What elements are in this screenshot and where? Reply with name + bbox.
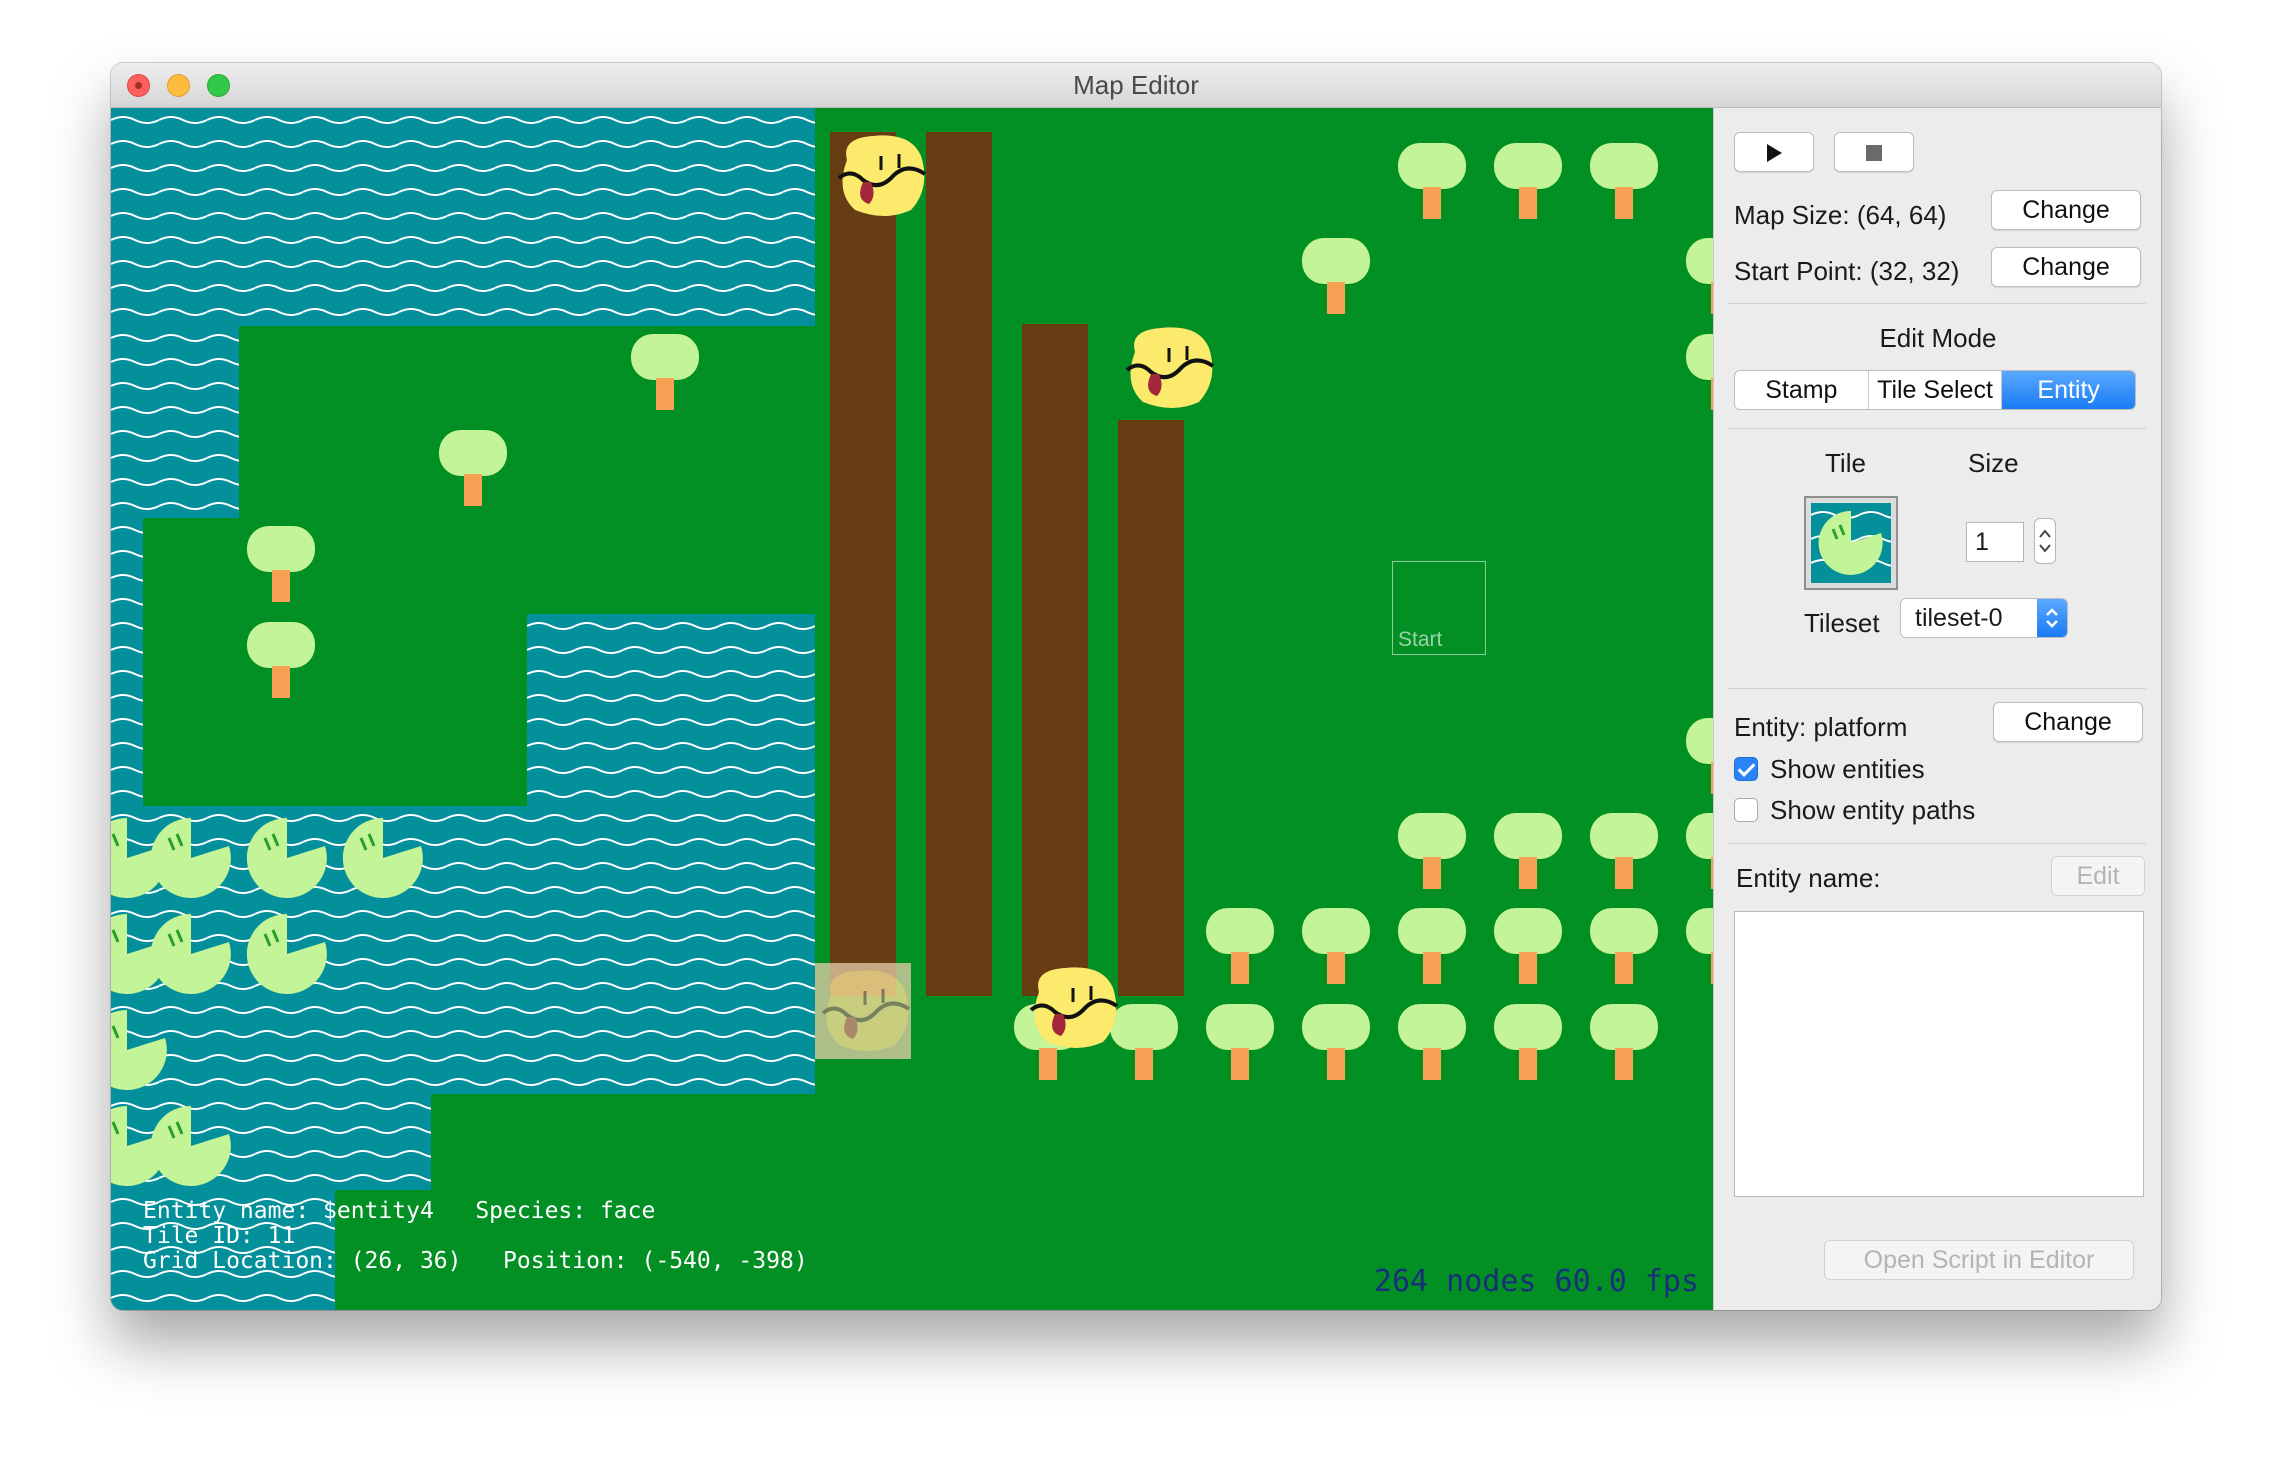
map-canvas[interactable]: Start Entity name: $entity4 Species: fac… [111, 108, 1713, 1310]
selected-face-entity[interactable] [817, 965, 913, 1057]
tree-tile [1686, 238, 1713, 314]
separator [1728, 303, 2146, 304]
separator [1728, 428, 2146, 429]
entity-type-label: Entity: platform [1734, 712, 1908, 742]
hud-grid-location: Grid Location: (26, 36) Position: (-540,… [143, 1248, 808, 1274]
platform-trunk [1022, 324, 1088, 996]
lily-pad-tile [150, 817, 231, 898]
entity-script-textarea[interactable] [1734, 911, 2144, 1197]
inspector-panel: Map Size: (64, 64) Change Start Point: (… [1713, 108, 2161, 1310]
tree-tile [1302, 908, 1370, 984]
tree-tile [247, 526, 315, 602]
tree-tile [1206, 1004, 1274, 1080]
start-point-marker: Start [1392, 561, 1486, 655]
edit-mode-label: Edit Mode [1879, 323, 1997, 353]
map-size-label: Map Size: (64, 64) [1734, 200, 1947, 230]
play-button[interactable] [1734, 132, 1814, 172]
tree-tile [1590, 813, 1658, 889]
edit-entity-name-button[interactable]: Edit [2051, 856, 2145, 896]
lily-pad-icon [1818, 510, 1883, 575]
stepper-arrows-icon [2039, 529, 2051, 553]
tree-tile [1686, 718, 1713, 794]
edit-mode-segmented-control: Stamp Tile Select Entity [1734, 370, 2136, 410]
tree-tile [1590, 1004, 1658, 1080]
tree-tile [1494, 908, 1562, 984]
water-region [527, 614, 815, 806]
tile-label: Tile [1825, 448, 1866, 478]
tree-tile [1494, 813, 1562, 889]
stop-button[interactable] [1834, 132, 1914, 172]
segment-entity[interactable]: Entity [2002, 371, 2135, 409]
tileset-select[interactable]: tileset-0 [1900, 598, 2068, 638]
change-map-size-button[interactable]: Change [1991, 190, 2141, 230]
entity-name-label: Entity name: [1736, 863, 1881, 893]
tree-tile [1590, 908, 1658, 984]
tree-tile [1302, 1004, 1370, 1080]
tree-tile [1398, 143, 1466, 219]
change-entity-button[interactable]: Change [1993, 702, 2143, 742]
start-label: Start [1398, 628, 1443, 651]
tileset-value: tileset-0 [1915, 604, 2003, 632]
show-entities-label[interactable]: Show entities [1770, 754, 1925, 785]
hud-stats: 264 nodes 60.0 fps [1373, 1264, 1699, 1299]
hud-entity-info: Entity name: $entity4 Species: face [143, 1198, 656, 1224]
show-entity-paths-label[interactable]: Show entity paths [1770, 795, 1975, 826]
face-entity[interactable] [1121, 322, 1217, 414]
lily-pad-tile [150, 913, 231, 994]
separator [1728, 688, 2146, 689]
select-arrows-icon [2037, 599, 2067, 637]
stop-icon [1866, 145, 1882, 162]
platform-trunk [830, 132, 896, 996]
face-entity[interactable] [1025, 962, 1121, 1054]
map-editor-window: Map Editor Start Entity name: $entity4 S… [111, 63, 2161, 1310]
tile-preview[interactable] [1804, 496, 1898, 590]
tree-tile [247, 622, 315, 698]
lily-pad-tile [342, 817, 423, 898]
tree-tile [1206, 908, 1274, 984]
segment-stamp[interactable]: Stamp [1735, 371, 1869, 409]
tree-tile [1302, 238, 1370, 314]
tree-tile [1494, 143, 1562, 219]
window-title: Map Editor [1073, 70, 1199, 100]
tree-tile [1686, 813, 1713, 889]
segment-tile-select[interactable]: Tile Select [1869, 371, 2003, 409]
tree-tile [1686, 908, 1713, 984]
show-entities-checkbox[interactable] [1734, 757, 1758, 781]
size-input[interactable]: 1 [1966, 522, 2024, 562]
water-region [111, 518, 143, 806]
change-start-point-button[interactable]: Change [1991, 247, 2141, 287]
tree-tile [1398, 908, 1466, 984]
tile-preview-image [1811, 503, 1891, 583]
lily-pad-tile [246, 913, 327, 994]
tree-tile [1686, 334, 1713, 410]
face-entity[interactable] [833, 130, 929, 222]
water-region [111, 108, 815, 326]
tileset-label: Tileset [1804, 608, 1880, 638]
tree-tile [1398, 813, 1466, 889]
lily-pad-tile [111, 1009, 167, 1090]
title-bar: Map Editor [111, 63, 2161, 108]
start-point-label: Start Point: (32, 32) [1734, 256, 1960, 286]
lily-pad-tile [246, 817, 327, 898]
size-label: Size [1968, 448, 2019, 478]
tree-tile [1590, 143, 1658, 219]
separator [1728, 843, 2146, 844]
play-icon [1767, 144, 1782, 163]
tree-tile [1494, 1004, 1562, 1080]
platform-trunk [1118, 420, 1184, 996]
open-script-button[interactable]: Open Script in Editor [1824, 1240, 2134, 1280]
hud-tile-id: Tile ID: 11 [143, 1223, 296, 1249]
show-entity-paths-checkbox[interactable] [1734, 798, 1758, 822]
water-region [111, 326, 239, 518]
tree-tile [631, 334, 699, 410]
platform-trunk [926, 132, 992, 996]
tree-tile [1398, 1004, 1466, 1080]
tree-tile [439, 430, 507, 506]
lily-pad-tile [150, 1105, 231, 1186]
size-stepper[interactable] [2034, 518, 2056, 564]
